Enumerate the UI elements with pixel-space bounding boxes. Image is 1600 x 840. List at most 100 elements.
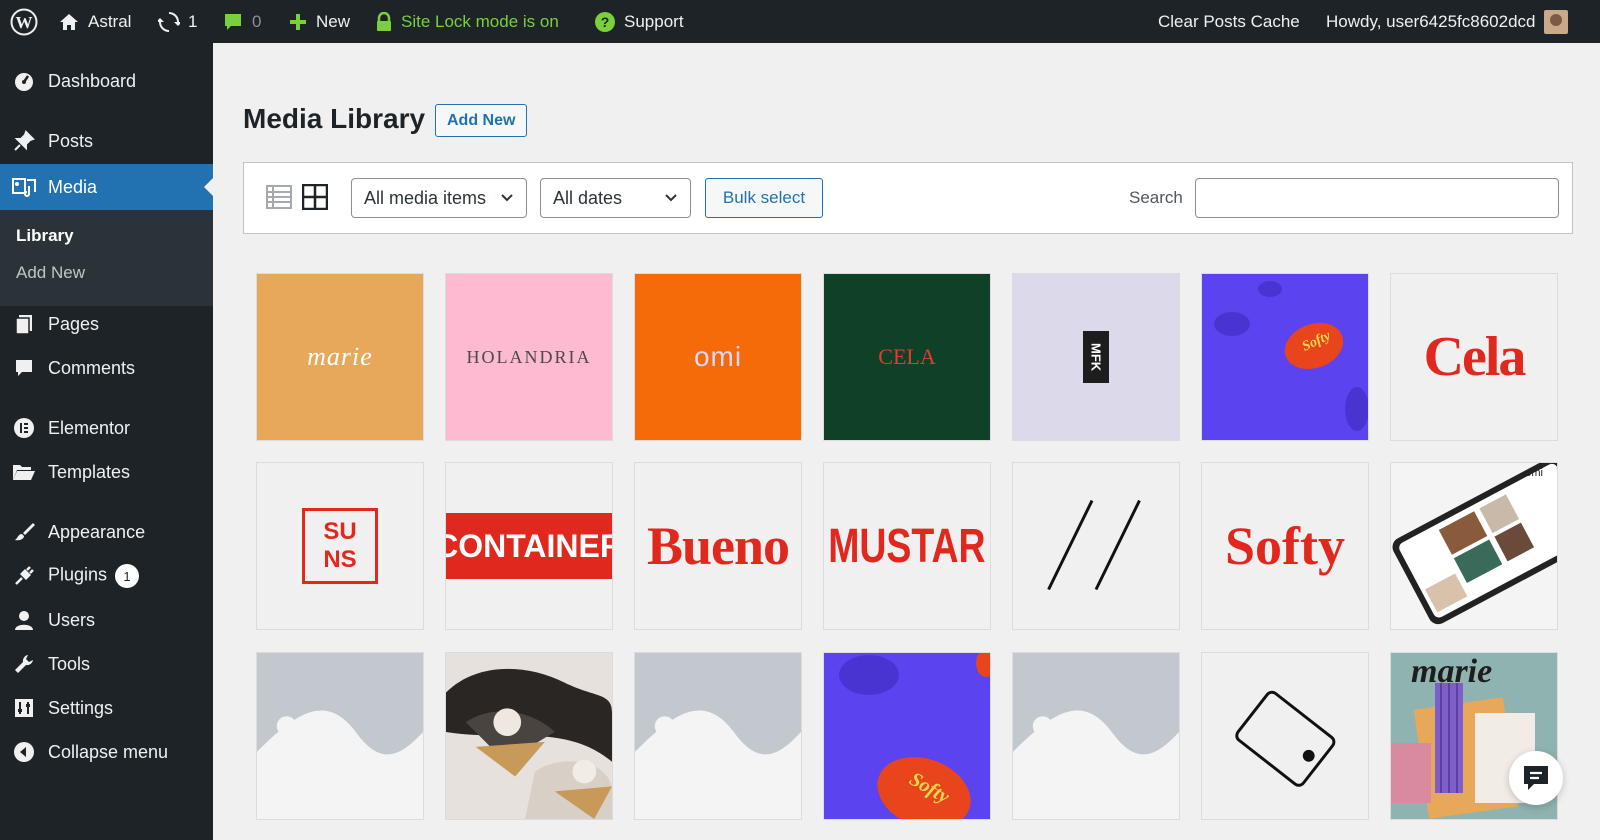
media-thumbnail[interactable]: MFK: [1012, 273, 1180, 441]
wrench-icon: [12, 652, 36, 676]
thumbnail-logo-text: omi: [693, 341, 743, 372]
updates-count: 1: [188, 11, 198, 31]
thumbnail-logo-mark: SU NS: [302, 508, 378, 584]
thumbnail-logo-text: marie: [1411, 653, 1493, 690]
media-thumbnail[interactable]: [1012, 462, 1180, 630]
menu-appearance-label: Appearance: [48, 521, 146, 542]
media-thumbnail[interactable]: Softy: [1201, 273, 1369, 441]
list-view-icon: [266, 185, 292, 209]
settings-sliders-icon: [12, 696, 36, 720]
thumbnail-logo-text: MFK: [1088, 342, 1104, 372]
my-account-link[interactable]: Howdy, user6425fc8602dcd: [1326, 0, 1568, 43]
chat-support-button[interactable]: [1509, 751, 1563, 805]
menu-appearance[interactable]: Appearance: [0, 511, 213, 553]
submenu-add-new[interactable]: Add New: [16, 263, 85, 283]
media-type-filter[interactable]: All media items: [351, 178, 527, 218]
grid-view-icon: [301, 183, 329, 211]
thumbnail-logo-band: CONTAINER: [446, 513, 612, 579]
media-thumbnail[interactable]: Cela: [1390, 273, 1558, 441]
media-thumbnail[interactable]: HOLANDRIA: [445, 273, 613, 441]
media-thumbnail[interactable]: [1201, 652, 1369, 820]
menu-posts[interactable]: Posts: [0, 120, 213, 162]
media-thumbnail[interactable]: Softy: [823, 652, 991, 820]
help-icon: ?: [595, 11, 615, 32]
media-type-filter-value: All media items: [364, 187, 487, 208]
phone-mockup-illustration: [1392, 463, 1557, 625]
date-filter-value: All dates: [553, 187, 623, 208]
add-new-button[interactable]: Add New: [435, 104, 528, 137]
menu-comments-label: Comments: [48, 357, 136, 378]
menu-settings-label: Settings: [48, 697, 114, 718]
pushpin-icon: [12, 129, 36, 153]
bottle-cap-illustration: [1214, 281, 1368, 431]
comment-icon: [12, 356, 36, 380]
media-thumbnail[interactable]: [1012, 652, 1180, 820]
media-thumbnail[interactable]: MUSTAR: [823, 462, 991, 630]
grid-view-button[interactable]: [301, 183, 329, 211]
menu-plugins-text: Plugins: [48, 564, 108, 585]
support-text: Support: [624, 11, 684, 31]
plug-icon: [12, 564, 36, 588]
admin-bar: W Astral 1 0 New Site Lock mode is on ? …: [0, 0, 1600, 43]
paintbrush-icon: [12, 520, 36, 544]
media-thumbnail[interactable]: omi: [1390, 462, 1558, 630]
bulk-select-button[interactable]: Bulk select: [705, 178, 823, 218]
list-view-button[interactable]: [266, 184, 292, 210]
dashboard-gauge-icon: [12, 69, 36, 93]
svg-text:W: W: [16, 13, 33, 32]
media-thumbnail[interactable]: marie: [256, 273, 424, 441]
howdy-text: Howdy, user6425fc8602dcd: [1326, 11, 1536, 31]
card-outline-illustration: [1235, 690, 1336, 787]
media-thumbnail[interactable]: CELA: [823, 273, 991, 441]
updates-link[interactable]: 1: [158, 0, 197, 43]
menu-dashboard[interactable]: Dashboard: [0, 60, 213, 102]
menu-collapse-label: Collapse menu: [48, 741, 169, 762]
new-label: New: [316, 11, 351, 31]
menu-users-label: Users: [48, 609, 96, 630]
clear-cache-link[interactable]: Clear Posts Cache: [1158, 0, 1300, 43]
new-content-link[interactable]: New: [288, 0, 350, 43]
media-thumbnail[interactable]: Softy: [1201, 462, 1369, 630]
menu-collapse[interactable]: Collapse menu: [0, 731, 213, 773]
plugins-update-badge: 1: [115, 564, 140, 588]
menu-templates[interactable]: Templates: [0, 451, 213, 493]
comments-count: 0: [252, 11, 262, 31]
menu-users[interactable]: Users: [0, 599, 213, 641]
media-thumbnail[interactable]: CONTAINER: [445, 462, 613, 630]
wordpress-logo-button[interactable]: W: [10, 0, 38, 43]
menu-posts-label: Posts: [48, 130, 94, 151]
menu-media[interactable]: Media: [0, 164, 213, 210]
menu-plugins[interactable]: Plugins 1: [0, 555, 213, 597]
thumbnail-logo-text: SU NS: [323, 518, 357, 573]
menu-tools[interactable]: Tools: [0, 643, 213, 685]
search-input[interactable]: [1195, 178, 1559, 218]
media-toolbar: All media items All dates Bulk select Se…: [243, 162, 1573, 234]
admin-sidebar: Dashboard Posts Media Library Add New Pa…: [0, 43, 213, 840]
comments-link[interactable]: 0: [222, 0, 261, 43]
menu-plugins-label: Plugins 1: [48, 564, 140, 588]
double-slash-illustration: [1047, 499, 1141, 591]
thumbnail-logo-text: CELA: [878, 344, 936, 369]
media-thumbnail[interactable]: [634, 652, 802, 820]
support-link[interactable]: ? Support: [594, 0, 684, 43]
site-name-link[interactable]: Astral: [58, 0, 131, 43]
media-icon: [12, 175, 36, 199]
thumbnail-logo-text: Cela: [1423, 326, 1527, 388]
media-thumbnail[interactable]: [445, 652, 613, 820]
thumbnail-logo-text: marie: [307, 342, 373, 371]
bottle-cap-illustration: [839, 653, 990, 819]
menu-comments[interactable]: Comments: [0, 347, 213, 389]
media-thumbnail[interactable]: omi: [634, 273, 802, 441]
media-thumbnail[interactable]: [256, 652, 424, 820]
home-icon: [60, 13, 78, 30]
menu-elementor[interactable]: Elementor: [0, 407, 213, 449]
menu-pages[interactable]: Pages: [0, 303, 213, 345]
menu-settings[interactable]: Settings: [0, 687, 213, 729]
media-thumbnail[interactable]: SU NS: [256, 462, 424, 630]
date-filter[interactable]: All dates: [540, 178, 691, 218]
media-thumbnail[interactable]: Bueno: [634, 462, 802, 630]
site-lock-link[interactable]: Site Lock mode is on: [375, 0, 559, 43]
submenu-library[interactable]: Library: [16, 226, 74, 246]
refresh-icon: [158, 11, 180, 32]
menu-dashboard-label: Dashboard: [48, 70, 137, 91]
